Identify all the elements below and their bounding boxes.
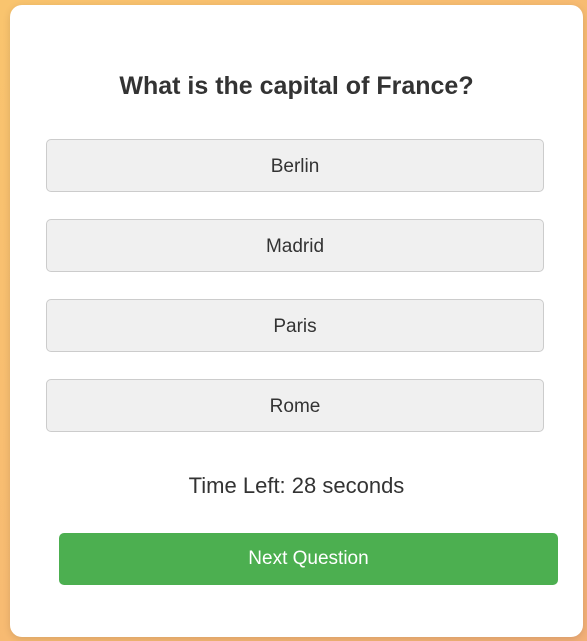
timer-text: Time Left: 28 seconds (188, 473, 405, 498)
next-question-button[interactable]: Next Question (59, 533, 558, 585)
option-paris-button[interactable]: Paris (46, 299, 544, 352)
quiz-card: What is the capital of France? Berlin Ma… (10, 5, 583, 637)
option-berlin-button[interactable]: Berlin (46, 139, 544, 192)
option-rome-button[interactable]: Rome (46, 379, 544, 432)
option-madrid-button[interactable]: Madrid (46, 219, 544, 272)
question-text: What is the capital of France? (119, 72, 474, 100)
